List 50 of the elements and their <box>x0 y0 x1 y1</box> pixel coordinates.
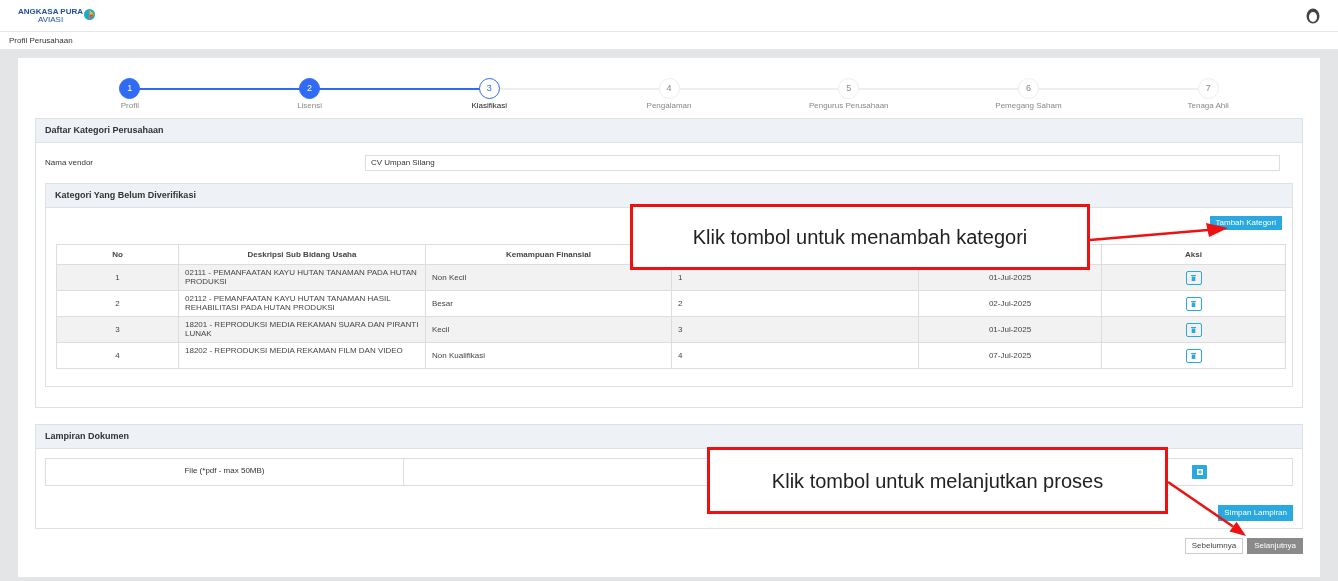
add-category-button[interactable]: Tambah Kategori <box>1209 216 1282 230</box>
panel-title: Kategori Yang Belum Diverifikasi <box>55 188 196 202</box>
company-logo: ANGKASA PURA AVIASI <box>18 7 96 24</box>
vendor-label: Nama vendor <box>45 157 95 169</box>
step-label: Tenaga Ahli <box>1187 100 1229 112</box>
trash-icon <box>1191 274 1196 281</box>
trash-icon <box>1191 352 1196 359</box>
callout-box: Klik tombol untuk menambah kategori <box>630 204 1090 270</box>
step-label: Pengalaman <box>646 100 692 112</box>
table-cell: 2 <box>671 290 919 317</box>
step-label: Lisensi <box>297 100 323 112</box>
table-cell: 01-Jul-2025 <box>918 316 1102 343</box>
delete-button[interactable] <box>1185 270 1202 285</box>
table-cell: 02112 - PEMANFAATAN KAYU HUTAN TANAMAN HASIL REHABILITASI PADA HUTAN PRODUKSI <box>178 290 426 317</box>
previous-button[interactable]: Sebelumnya <box>1184 538 1244 554</box>
table-cell: 1 <box>56 264 179 291</box>
trash-icon <box>1191 326 1196 333</box>
column-header: Deskripsi Sub Bidang Usaha <box>178 244 426 265</box>
trash-icon <box>1191 300 1196 307</box>
table-cell: 18201 - REPRODUKSI MEDIA REKAMAN SUARA DAN PIRANTI LUNAK <box>178 316 426 343</box>
delete-button[interactable] <box>1185 296 1202 311</box>
file-label: File (*pdf - max 50MB) <box>46 459 404 485</box>
panel-title: Daftar Kategori Perusahaan <box>45 123 164 137</box>
save-attachment-button[interactable]: Simpan Lampiran <box>1218 505 1293 521</box>
delete-button[interactable] <box>1185 322 1202 337</box>
table-cell: 3 <box>671 316 919 343</box>
panel-title: Lampiran Dokumen <box>45 429 129 443</box>
table-cell: 07-Jul-2025 <box>918 342 1102 369</box>
table-cell: Non Kualifikasi <box>425 342 672 369</box>
column-header: Aksi <box>1101 244 1286 265</box>
delete-button[interactable] <box>1185 348 1202 363</box>
plus-icon <box>1196 469 1203 475</box>
column-header: No <box>56 244 179 265</box>
step-label: Profil <box>120 100 139 112</box>
vendor-name-field[interactable]: CV Umpan Silang <box>365 155 1280 171</box>
table-cell: 02111 - PEMANFAATAN KAYU HUTAN TANAMAN PADA HUTAN PRODUKSI <box>178 264 426 291</box>
step-label: Pengurus Perusahaan <box>808 100 889 112</box>
table-cell: 4 <box>56 342 179 369</box>
table-cell: 4 <box>671 342 919 369</box>
table-cell: Kecil <box>425 316 672 343</box>
breadcrumb: Profil Perusahaan <box>9 34 73 47</box>
callout-box: Klik tombol untuk melanjutkan proses <box>707 447 1168 514</box>
step-label: Klasifikasi <box>471 100 508 112</box>
table-cell: 3 <box>56 316 179 343</box>
upload-button[interactable] <box>1192 465 1207 479</box>
table-cell: 02-Jul-2025 <box>918 290 1102 317</box>
table-cell: 2 <box>56 290 179 317</box>
table-cell: Besar <box>425 290 672 317</box>
step-label: Pemegang Saham <box>995 100 1062 112</box>
table-cell: 18202 - REPRODUKSI MEDIA REKAMAN FILM DAN VIDEO <box>178 342 426 369</box>
